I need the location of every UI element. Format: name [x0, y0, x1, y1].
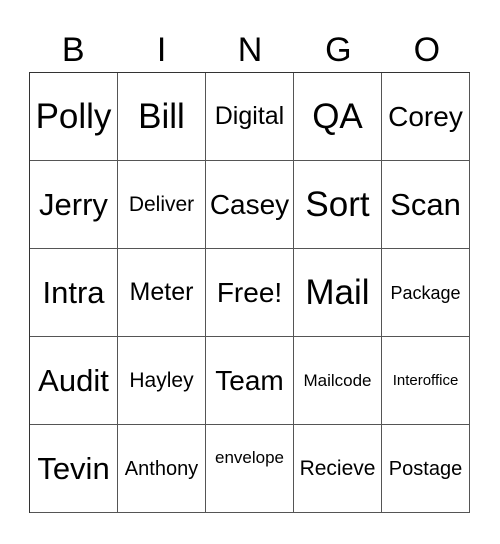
- bingo-cell[interactable]: Bill: [118, 73, 206, 161]
- header-letter-o: O: [413, 31, 441, 69]
- bingo-cell[interactable]: Tevin: [30, 425, 118, 513]
- bingo-cell[interactable]: Jerry: [30, 161, 118, 249]
- bingo-cell[interactable]: Anthony: [118, 425, 206, 513]
- bingo-cell[interactable]: envelope: [206, 425, 294, 513]
- bingo-cell[interactable]: Postage: [382, 425, 470, 513]
- bingo-cell[interactable]: Casey: [206, 161, 294, 249]
- bingo-cell[interactable]: Polly: [30, 73, 118, 161]
- bingo-cell[interactable]: Audit: [30, 337, 118, 425]
- bingo-cell[interactable]: Intra: [30, 249, 118, 337]
- header-letter-b: B: [61, 31, 85, 69]
- bingo-cell[interactable]: Mail: [294, 249, 382, 337]
- bingo-cell[interactable]: Corey: [382, 73, 470, 161]
- free-space-cell[interactable]: Free!: [206, 249, 294, 337]
- bingo-cell[interactable]: Hayley: [118, 337, 206, 425]
- bingo-cell[interactable]: QA: [294, 73, 382, 161]
- bingo-cell[interactable]: Mailcode: [294, 337, 382, 425]
- bingo-card-grid: Polly Bill Digital QA Corey Jerry Delive…: [29, 72, 470, 513]
- header-letter-g: G: [325, 31, 352, 69]
- header-letter-i: I: [156, 31, 167, 69]
- bingo-cell[interactable]: Meter: [118, 249, 206, 337]
- bingo-cell[interactable]: Scan: [382, 161, 470, 249]
- bingo-cell[interactable]: Recieve: [294, 425, 382, 513]
- bingo-cell[interactable]: Sort: [294, 161, 382, 249]
- bingo-cell[interactable]: Team: [206, 337, 294, 425]
- bingo-cell[interactable]: Package: [382, 249, 470, 337]
- header-letter-n: N: [237, 31, 263, 69]
- bingo-cell[interactable]: Deliver: [118, 161, 206, 249]
- bingo-cell[interactable]: Interoffice: [382, 337, 470, 425]
- bingo-header: B I N G O: [29, 28, 471, 72]
- bingo-cell[interactable]: Digital: [206, 73, 294, 161]
